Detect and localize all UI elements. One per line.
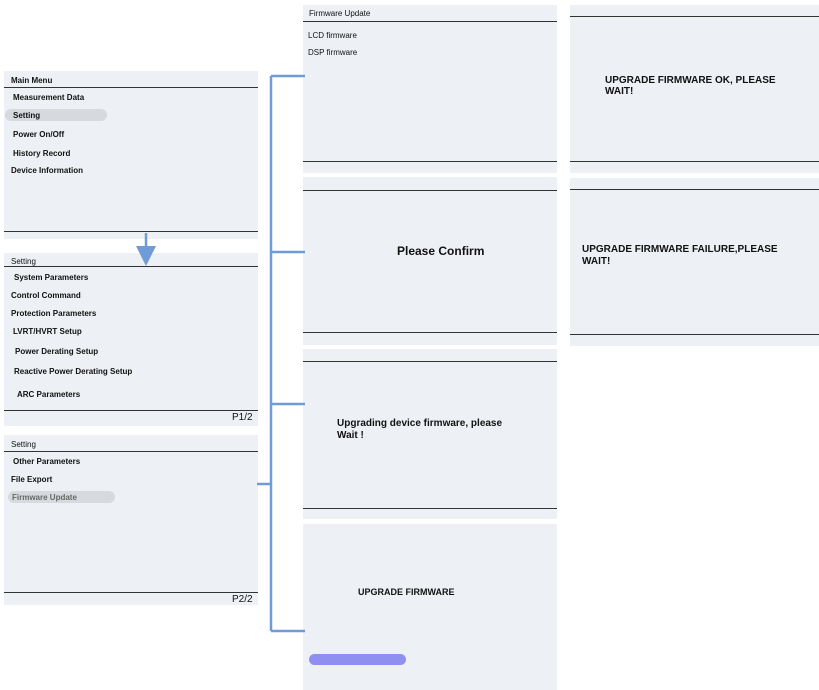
- flow-connectors: [136, 74, 305, 633]
